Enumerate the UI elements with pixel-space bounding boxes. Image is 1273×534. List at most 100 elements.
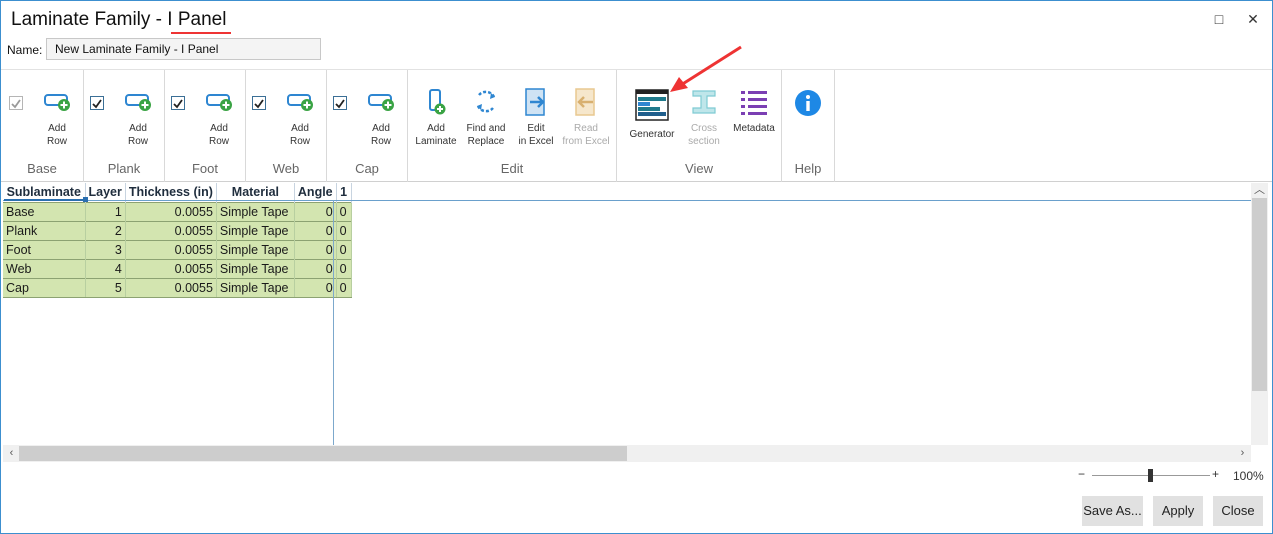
zoom-level: 100% (1233, 469, 1264, 483)
group-label-edit: Edit (500, 161, 524, 176)
add-row-icon (44, 94, 70, 111)
web-add-row-button[interactable]: Add Row (282, 88, 318, 148)
cell-angle[interactable]: 0 (294, 201, 337, 221)
cell-material[interactable]: Simple Tape (216, 201, 295, 221)
cell-sublaminate[interactable]: Plank (3, 220, 86, 240)
cell-angle[interactable]: 0 (294, 220, 337, 240)
cell-sublaminate[interactable]: Web (3, 258, 86, 278)
cap-add-row-button[interactable]: Add Row (363, 88, 399, 148)
find-replace-icon (476, 90, 496, 113)
add-row-icon (206, 94, 232, 111)
base-checkbox[interactable] (9, 96, 23, 110)
ribbon-group-base: Add Row Base (1, 70, 84, 182)
plank-add-row-button[interactable]: Add Row (120, 88, 156, 148)
table-row[interactable]: Cap 5 0.0055 Simple Tape 0 0 (3, 277, 352, 298)
group-label-web: Web (272, 161, 300, 176)
save-as-button[interactable]: Save As... (1082, 496, 1143, 526)
base-add-row-button[interactable]: Add Row (39, 88, 75, 148)
cell-layer[interactable]: 3 (85, 239, 126, 259)
add-row-label: Add Row (370, 123, 391, 147)
vertical-scroll-thumb[interactable] (1252, 198, 1267, 391)
info-icon (795, 90, 821, 116)
maximize-button[interactable]: □ (1211, 11, 1227, 27)
group-label-cap: Cap (355, 161, 379, 176)
scroll-up-arrow-icon[interactable]: ︿ (1252, 183, 1267, 198)
apply-button[interactable]: Apply (1153, 496, 1203, 526)
cell-thickness[interactable]: 0.0055 (125, 258, 217, 278)
add-row-label: Add Row (289, 123, 310, 147)
cell-thickness[interactable]: 0.0055 (125, 220, 217, 240)
cell-layer[interactable]: 1 (85, 201, 126, 221)
find-replace-button[interactable]: Find and Replace (463, 88, 509, 148)
cell-ply-1[interactable]: 0 (336, 220, 352, 240)
add-laminate-label: Add Laminate (415, 123, 457, 147)
help-button[interactable] (792, 88, 824, 124)
cell-angle[interactable]: 0 (294, 239, 337, 259)
ribbon-group-plank: Add Row Plank (84, 70, 165, 182)
cell-layer[interactable]: 5 (85, 277, 126, 298)
cell-layer[interactable]: 2 (85, 220, 126, 240)
cell-ply-1[interactable]: 0 (336, 258, 352, 278)
close-window-button[interactable]: ✕ (1245, 11, 1261, 27)
selection-handle[interactable] (83, 197, 88, 202)
cell-ply-1[interactable]: 0 (336, 201, 352, 221)
add-laminate-icon (429, 89, 446, 115)
foot-checkbox[interactable] (171, 96, 185, 110)
table-row[interactable]: Base 1 0.0055 Simple Tape 0 0 (3, 201, 352, 221)
group-label-plank: Plank (107, 161, 141, 176)
add-row-label: Add Row (208, 123, 229, 147)
ribbon-group-web: Add Row Web (246, 70, 327, 182)
cell-sublaminate[interactable]: Foot (3, 239, 86, 259)
zoom-in-button[interactable]: + (1212, 467, 1219, 481)
table-row[interactable]: Plank 2 0.0055 Simple Tape 0 0 (3, 220, 352, 240)
cell-thickness[interactable]: 0.0055 (125, 277, 217, 298)
cell-angle[interactable]: 0 (294, 258, 337, 278)
add-row-icon (125, 94, 151, 111)
cell-thickness[interactable]: 0.0055 (125, 201, 217, 221)
table-row[interactable]: Foot 3 0.0055 Simple Tape 0 0 (3, 239, 352, 259)
add-row-icon (368, 94, 394, 111)
ribbon-group-foot: Add Row Foot (165, 70, 246, 182)
ribbon: Add Row Base Add Row Plank Add Row Foot … (1, 69, 1272, 182)
scroll-left-arrow-icon[interactable]: ‹ (4, 446, 19, 461)
foot-add-row-button[interactable]: Add Row (201, 88, 237, 148)
zoom-slider-thumb[interactable] (1148, 469, 1153, 482)
cell-material[interactable]: Simple Tape (216, 239, 295, 259)
group-label-base: Base (27, 161, 57, 176)
cap-checkbox[interactable] (333, 96, 347, 110)
ribbon-group-edit: Add Laminate Find and Replace Edit in Ex… (408, 70, 617, 182)
edit-in-excel-button[interactable]: Edit in Excel (513, 88, 559, 148)
group-label-help: Help (794, 161, 822, 176)
cell-sublaminate[interactable]: Cap (3, 277, 86, 298)
red-arrow-annotation (670, 45, 742, 92)
close-button[interactable]: Close (1213, 496, 1263, 526)
edit-excel-icon (525, 88, 545, 116)
web-checkbox[interactable] (252, 96, 266, 110)
name-input[interactable] (46, 38, 321, 60)
metadata-label: Metadata (733, 123, 775, 134)
edit-excel-label: Edit in Excel (518, 123, 554, 147)
cell-ply-1[interactable]: 0 (336, 277, 352, 298)
laminate-family-dialog: Laminate Family - I Panel □ ✕ Name: Add … (0, 0, 1273, 534)
red-underline-annotation (171, 32, 231, 34)
cell-material[interactable]: Simple Tape (216, 277, 295, 298)
plank-checkbox[interactable] (90, 96, 104, 110)
ribbon-group-cap: Add Row Cap (327, 70, 408, 182)
cell-sublaminate[interactable]: Base (3, 201, 86, 221)
add-laminate-button[interactable]: Add Laminate (413, 88, 459, 148)
laminate-grid: Sublaminate Layer Thickness (in) Materia… (3, 183, 1251, 445)
table-row[interactable]: Web 4 0.0055 Simple Tape 0 0 (3, 258, 352, 278)
cell-layer[interactable]: 4 (85, 258, 126, 278)
cell-ply-1[interactable]: 0 (336, 239, 352, 259)
generator-label: Generator (629, 129, 675, 140)
read-from-excel-button[interactable]: Read from Excel (560, 88, 612, 148)
group-label-view: View (685, 161, 713, 176)
horizontal-scroll-thumb[interactable] (19, 446, 627, 461)
cell-angle[interactable]: 0 (294, 277, 337, 298)
cell-material[interactable]: Simple Tape (216, 258, 295, 278)
cell-material[interactable]: Simple Tape (216, 220, 295, 240)
add-row-label: Add Row (46, 123, 67, 147)
cell-thickness[interactable]: 0.0055 (125, 239, 217, 259)
zoom-out-button[interactable]: − (1078, 467, 1085, 481)
scroll-right-arrow-icon[interactable]: › (1235, 446, 1250, 461)
